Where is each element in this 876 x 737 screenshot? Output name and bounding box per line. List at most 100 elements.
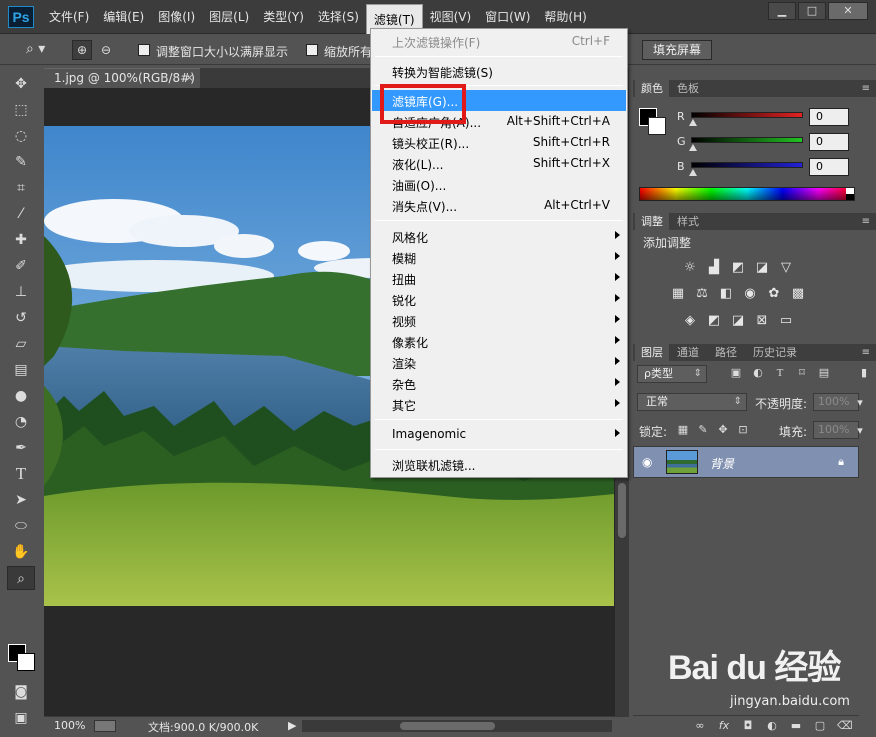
threshold-icon[interactable]: ◪ [729,313,747,329]
black-white-ramp[interactable] [846,188,854,200]
menu-item-other[interactable]: 其它 [372,394,626,415]
layers-panel-menu-icon[interactable]: ≡ [862,344,870,361]
menu-image[interactable]: 图像(I) [151,0,202,34]
tab-adjustments[interactable]: 调整 [635,213,669,230]
zoom-out-icon[interactable]: ⊖ [96,40,116,60]
quick-select-tool-icon[interactable]: ✎ [7,150,35,174]
selective-color-icon[interactable]: ⊠ [753,313,771,329]
tab-layers[interactable]: 图层 [635,344,669,361]
document-tab[interactable]: 1.jpg @ 100%(RGB/8#) × [44,68,200,88]
color-spectrum-ramp[interactable] [639,187,855,201]
tab-color[interactable]: 颜色 [635,80,669,97]
background-color-swatch[interactable] [17,653,35,671]
layer-filter-type[interactable]: ρ类型 ⇕ [637,365,707,383]
pen-tool-icon[interactable]: ✒ [7,436,35,460]
menu-item-sharpen[interactable]: 锐化 [372,289,626,310]
green-value-input[interactable]: 0 [809,133,849,151]
smart-object-filter-icon[interactable]: ▤ [817,366,831,380]
zoom-all-checkbox[interactable] [306,44,318,56]
adjust-panel-menu-icon[interactable]: ≡ [862,213,870,230]
levels-icon[interactable]: ▟ [705,260,723,276]
eyedropper-tool-icon[interactable]: ⁄ [7,202,35,226]
menu-item-stylize[interactable]: 风格化 [372,226,626,247]
menu-item-last-filter[interactable]: 上次滤镜操作(F) Ctrl+F [372,31,626,52]
menu-select[interactable]: 选择(S) [311,0,366,34]
menu-item-liquify[interactable]: 液化(L)... Shift+Ctrl+X [372,153,626,174]
blend-mode-select[interactable]: 正常 ⇕ [637,393,747,411]
menu-item-browse-filters-online[interactable]: 浏览联机滤镜... [372,454,626,475]
type-tool-icon[interactable]: T [7,462,35,486]
lock-image-icon[interactable]: ✎ [697,424,709,436]
menu-file[interactable]: 文件(F) [42,0,96,34]
red-slider-track[interactable] [691,112,803,118]
close-button[interactable]: ✕ [828,2,868,20]
gradient-map-icon[interactable]: ▭ [777,313,795,329]
stamp-tool-icon[interactable]: ⊥ [7,280,35,304]
shape-filter-icon[interactable]: ⌑ [795,366,809,380]
minimize-button[interactable]: ▁ [768,2,796,20]
resize-windows-checkbox[interactable] [138,44,150,56]
menu-layer[interactable]: 图层(L) [202,0,256,34]
visibility-eye-icon[interactable]: ◉ [642,455,652,469]
menu-item-pixelate[interactable]: 像素化 [372,331,626,352]
blue-value-input[interactable]: 0 [809,158,849,176]
menu-item-noise[interactable]: 杂色 [372,373,626,394]
eraser-tool-icon[interactable]: ▱ [7,332,35,356]
ellipse-tool-icon[interactable]: ⬭ [7,514,35,538]
screen-mode-icon[interactable]: ▣ [7,706,35,730]
hand-tool-icon[interactable]: ✋ [7,540,35,564]
tab-history[interactable]: 历史记录 [747,344,803,361]
posterize-icon[interactable]: ◩ [705,313,723,329]
tab-paths[interactable]: 路径 [709,344,743,361]
dodge-tool-icon[interactable]: ◔ [7,410,35,434]
color-panel-background-swatch[interactable] [648,117,666,135]
lock-all-icon[interactable]: ⊡ [737,424,749,436]
red-slider-knob[interactable] [689,119,697,126]
curves-icon[interactable]: ◩ [729,260,747,276]
gradient-tool-icon[interactable]: ▤ [7,358,35,382]
type-filter-icon[interactable]: T [773,366,787,380]
menu-edit[interactable]: 编辑(E) [96,0,151,34]
menu-item-lens-correction[interactable]: 镜头校正(R)... Shift+Ctrl+R [372,132,626,153]
tab-swatches[interactable]: 色板 [671,80,705,97]
brush-tool-icon[interactable]: ✐ [7,254,35,278]
color-panel-menu-icon[interactable]: ≡ [862,80,870,97]
horizontal-scrollbar[interactable] [302,720,612,732]
fill-dropdown-icon[interactable]: ▾ [853,424,867,438]
black-white-icon[interactable]: ◧ [717,286,735,302]
menu-item-distort[interactable]: 扭曲 [372,268,626,289]
status-preview-icon[interactable] [94,720,116,732]
lock-position-icon[interactable]: ✥ [717,424,729,436]
tab-channels[interactable]: 通道 [671,344,705,361]
menu-item-video[interactable]: 视频 [372,310,626,331]
blue-slider-track[interactable] [691,162,803,168]
move-tool-icon[interactable]: ✥ [7,72,35,96]
zoom-level[interactable]: 100% [54,719,85,732]
blue-slider-knob[interactable] [689,169,697,176]
menu-item-imagenomic[interactable]: Imagenomic [372,424,626,445]
menu-type[interactable]: 类型(Y) [256,0,311,34]
opacity-dropdown-icon[interactable]: ▾ [853,396,867,410]
zoom-tool-icon[interactable]: ⌕ [7,566,35,590]
tab-styles[interactable]: 样式 [671,213,705,230]
tab-close-icon[interactable]: × [185,69,194,87]
color-lookup-icon[interactable]: ▩ [789,286,807,302]
status-menu-arrow-icon[interactable]: ▶ [288,719,296,732]
layer-background[interactable]: ◉ 背景 🔒︎ [633,446,859,478]
marquee-tool-icon[interactable]: ⬚ [7,98,35,122]
menu-item-render[interactable]: 渲染 [372,352,626,373]
vertical-scrollbar-thumb[interactable] [618,483,626,538]
quick-mask-icon[interactable]: ◙ [7,680,35,704]
zoom-in-icon[interactable]: ⊕ [72,40,92,60]
channel-mixer-icon[interactable]: ✿ [765,286,783,302]
maximize-button[interactable]: □ [798,2,826,20]
photo-filter-icon[interactable]: ◉ [741,286,759,302]
lock-transparent-icon[interactable]: ▦ [677,424,689,436]
color-balance-icon[interactable]: ⚖ [693,286,711,302]
lasso-tool-icon[interactable]: ◌ [7,124,35,148]
green-slider-track[interactable] [691,137,803,143]
adjustment-filter-icon[interactable]: ◐ [751,366,765,380]
menu-item-convert-smart-filter[interactable]: 转换为智能滤镜(S) [372,61,626,82]
pixel-filter-icon[interactable]: ▣ [729,366,743,380]
crop-tool-icon[interactable]: ⌗ [7,176,35,200]
